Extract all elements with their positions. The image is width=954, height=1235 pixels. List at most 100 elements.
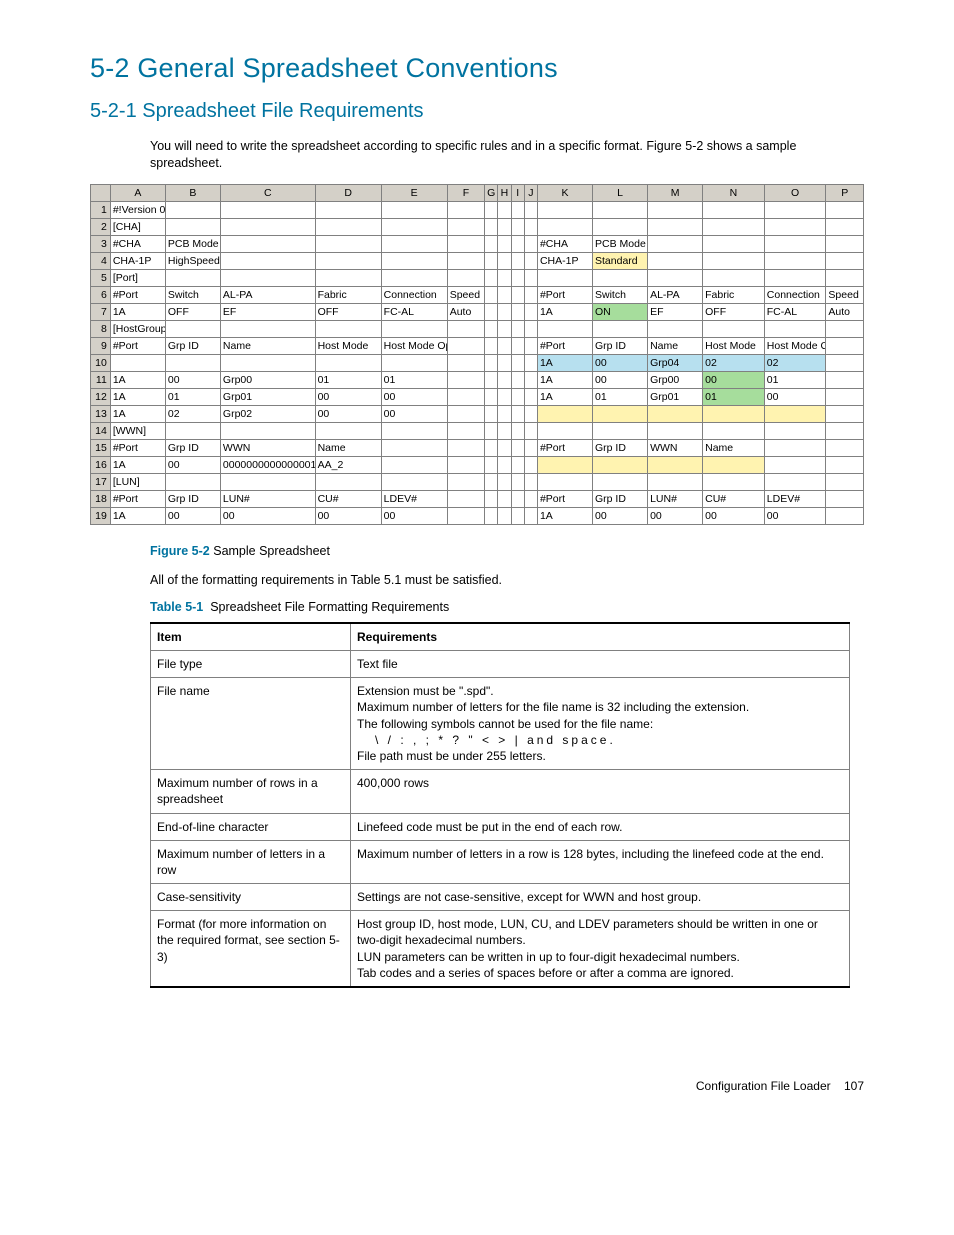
cell: 00 — [593, 354, 648, 371]
row-header: 17 — [91, 473, 111, 490]
cell — [447, 354, 484, 371]
cell — [315, 218, 381, 235]
cell — [593, 201, 648, 218]
cell: 01 — [165, 388, 220, 405]
cell — [447, 201, 484, 218]
cell: Switch — [165, 286, 220, 303]
req-header-item: Item — [151, 623, 351, 651]
cell — [511, 405, 524, 422]
cell: 00 — [381, 507, 447, 524]
cell — [511, 337, 524, 354]
cell — [498, 388, 511, 405]
cell — [447, 507, 484, 524]
cell — [511, 252, 524, 269]
cell — [826, 354, 864, 371]
cell — [648, 201, 703, 218]
cell: FC-AL — [381, 303, 447, 320]
cell: Fabric — [703, 286, 765, 303]
cell: 01 — [764, 371, 826, 388]
cell — [447, 218, 484, 235]
req-text: Settings are not case-sensitive, except … — [351, 884, 850, 911]
cell — [485, 320, 498, 337]
col-header-L: L — [593, 184, 648, 201]
req-header-req: Requirements — [351, 623, 850, 651]
heading-main: 5-2 General Spreadsheet Conventions — [90, 50, 864, 86]
req-item: Maximum number of rows in a spreadsheet — [151, 770, 351, 813]
cell — [593, 405, 648, 422]
cell — [220, 218, 315, 235]
intro-paragraph: You will need to write the spreadsheet a… — [150, 138, 864, 172]
cell — [703, 422, 765, 439]
cell — [485, 405, 498, 422]
cell — [648, 456, 703, 473]
cell — [315, 201, 381, 218]
req-item: Format (for more information on the requ… — [151, 911, 351, 987]
cell — [524, 490, 537, 507]
cell — [498, 507, 511, 524]
cell — [447, 320, 484, 337]
cell — [498, 354, 511, 371]
cell — [826, 218, 864, 235]
cell — [826, 507, 864, 524]
cell — [381, 235, 447, 252]
cell — [498, 303, 511, 320]
cell: CU# — [703, 490, 765, 507]
cell: 00 — [165, 371, 220, 388]
cell — [524, 354, 537, 371]
cell — [703, 201, 765, 218]
cell: 1A — [110, 456, 165, 473]
cell — [498, 473, 511, 490]
row-header: 3 — [91, 235, 111, 252]
cell — [485, 252, 498, 269]
cell: LUN# — [648, 490, 703, 507]
cell — [511, 422, 524, 439]
cell: 00 — [315, 388, 381, 405]
cell: Host Mode — [703, 337, 765, 354]
row-header: 14 — [91, 422, 111, 439]
cell — [524, 371, 537, 388]
cell — [381, 218, 447, 235]
col-header-G: G — [485, 184, 498, 201]
cell: #Port — [537, 337, 592, 354]
cell — [447, 456, 484, 473]
cell: Grp01 — [648, 388, 703, 405]
table-caption: Table 5-1 Spreadsheet File Formatting Re… — [150, 599, 864, 616]
cell: #Port — [537, 439, 592, 456]
cell — [485, 439, 498, 456]
row-header: 5 — [91, 269, 111, 286]
cell: AA_2 — [315, 456, 381, 473]
col-header-D: D — [315, 184, 381, 201]
cell: [LUN] — [110, 473, 165, 490]
cell — [826, 252, 864, 269]
cell: Name — [220, 337, 315, 354]
cell: 02 — [703, 354, 765, 371]
cell: #CHA — [110, 235, 165, 252]
col-header-E: E — [381, 184, 447, 201]
cell — [764, 218, 826, 235]
cell — [498, 456, 511, 473]
cell — [764, 235, 826, 252]
cell: #Port — [537, 490, 592, 507]
heading-sub: 5-2-1 Spreadsheet File Requirements — [90, 98, 864, 125]
cell: Connection — [764, 286, 826, 303]
row-header: 12 — [91, 388, 111, 405]
cell — [593, 456, 648, 473]
cell — [537, 320, 592, 337]
cell — [498, 235, 511, 252]
cell — [447, 422, 484, 439]
cell: Grp ID — [593, 439, 648, 456]
figure-caption-text: Sample Spreadsheet — [213, 544, 330, 558]
cell — [220, 320, 315, 337]
cell: 00 — [593, 507, 648, 524]
cell: Host Mode Option — [764, 337, 826, 354]
cell: Grp04 — [648, 354, 703, 371]
cell: #CHA — [537, 235, 592, 252]
cell — [524, 252, 537, 269]
cell: Grp02 — [220, 405, 315, 422]
cell — [703, 235, 765, 252]
cell — [165, 354, 220, 371]
cell: EF — [220, 303, 315, 320]
cell: Name — [315, 439, 381, 456]
req-text: Text file — [351, 651, 850, 678]
cell — [524, 507, 537, 524]
